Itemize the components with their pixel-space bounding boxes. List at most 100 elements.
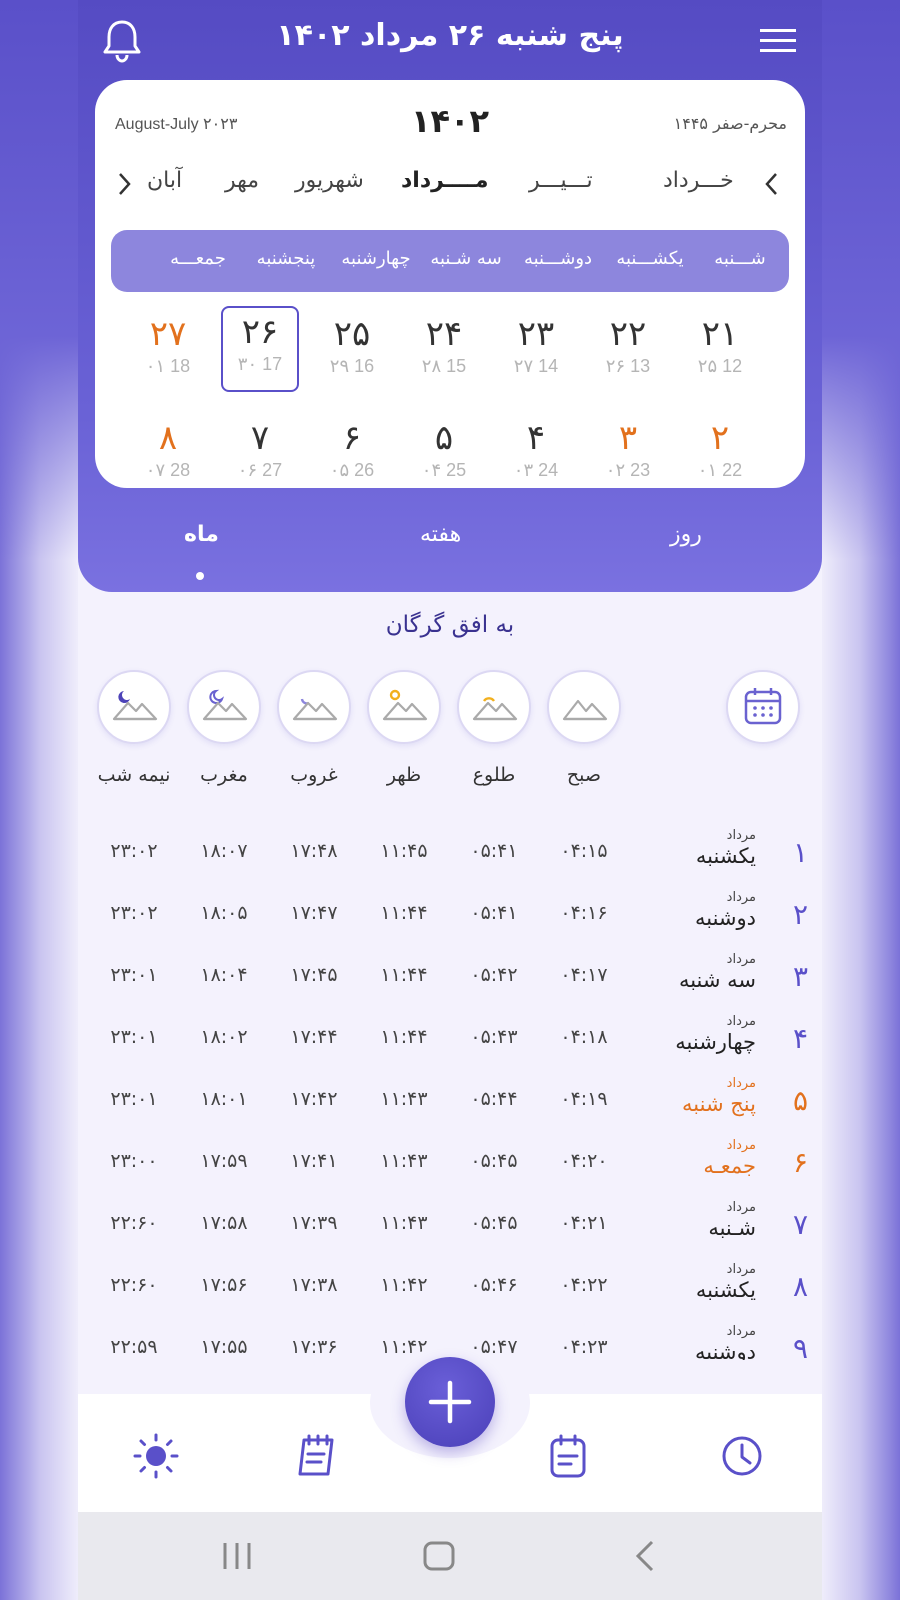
day-cell[interactable]: ۴ ۰۳ 24 bbox=[497, 414, 575, 488]
mountain-night-icon bbox=[112, 691, 158, 721]
tab-month[interactable]: ماه bbox=[184, 522, 219, 547]
time-maghrib: ۱۸:۰۲ bbox=[200, 1026, 248, 1048]
sunrise-button[interactable] bbox=[457, 670, 531, 744]
maghrib-button[interactable] bbox=[187, 670, 261, 744]
day-cell-holiday[interactable]: ۳ ۰۲ 23 bbox=[589, 414, 667, 488]
persian-day: ۲۴ bbox=[425, 314, 463, 354]
noon-button[interactable] bbox=[367, 670, 441, 744]
time-maghrib: ۱۷:۵۶ bbox=[200, 1274, 248, 1296]
row-number: ۲ bbox=[792, 898, 808, 931]
next-month-arrow-icon[interactable] bbox=[113, 170, 135, 198]
day-cell[interactable]: ۶ ۰۵ 26 bbox=[313, 414, 391, 488]
day-cell[interactable]: ۵ ۰۴ 25 bbox=[405, 414, 483, 488]
recents-icon[interactable] bbox=[220, 1540, 254, 1576]
persian-day: ۲۲ bbox=[609, 314, 647, 354]
month-shahrivar[interactable]: شهریور bbox=[295, 168, 364, 193]
list-item[interactable]: ۱ مرداد یکشنبه ۰۴:۱۵ ۰۵:۴۱ ۱۱:۴۵ ۱۷:۴۸ ۱… bbox=[78, 828, 822, 890]
time-sunrise: ۰۵:۴۵ bbox=[470, 1150, 518, 1172]
mountain-moon-icon bbox=[202, 689, 248, 721]
time-sunrise: ۰۵:۴۲ bbox=[470, 964, 518, 986]
time-noon: ۱۱:۴۳ bbox=[380, 1212, 428, 1234]
back-icon[interactable] bbox=[630, 1540, 664, 1576]
list-item-today[interactable]: ۵ مرداد پنج شنبه ۰۴:۱۹ ۰۵:۴۴ ۱۱:۴۳ ۱۷:۴۲… bbox=[78, 1076, 822, 1138]
persian-day: ۳ bbox=[618, 418, 638, 458]
persian-day: ۸ bbox=[158, 418, 178, 458]
row-weekday: جمعـه bbox=[703, 1154, 756, 1178]
list-item[interactable]: ۲ مرداد دوشنبه ۰۴:۱۶ ۰۵:۴۱ ۱۱:۴۴ ۱۷:۴۷ ۱… bbox=[78, 890, 822, 952]
tab-day[interactable]: روز bbox=[670, 522, 702, 547]
time-noon: ۱۱:۴۴ bbox=[380, 902, 428, 924]
persian-day: ۲۶ bbox=[241, 312, 279, 352]
tab-week[interactable]: هفته bbox=[420, 522, 461, 547]
row-month: مرداد bbox=[726, 1324, 756, 1339]
list-item-friday[interactable]: ۶ مرداد جمعـه ۰۴:۲۰ ۰۵:۴۵ ۱۱:۴۳ ۱۷:۴۱ ۱۷… bbox=[78, 1138, 822, 1200]
hamburger-menu-icon[interactable] bbox=[756, 24, 800, 58]
label-sunset: غروب bbox=[290, 764, 338, 786]
month-selector: آبان مهر شهریور مــــرداد تـــیـــر خـــ… bbox=[95, 160, 805, 210]
persian-day: ۲۳ bbox=[517, 314, 555, 354]
fajr-button[interactable] bbox=[547, 670, 621, 744]
sunset-button[interactable] bbox=[277, 670, 351, 744]
calendar-button[interactable] bbox=[726, 670, 800, 744]
day-cell-friday[interactable]: ۸ ۰۷ 28 bbox=[129, 414, 207, 488]
time-sunset: ۱۷:۴۴ bbox=[290, 1026, 338, 1048]
year-label[interactable]: ۱۴۰۲ bbox=[395, 102, 505, 140]
day-cell-friday[interactable]: ۲۷ ۰۱ 18 bbox=[129, 310, 207, 396]
month-tir[interactable]: تـــیـــر bbox=[529, 168, 593, 193]
row-number: ۵ bbox=[792, 1084, 808, 1117]
row-month: مرداد bbox=[726, 890, 756, 905]
time-maghrib: ۱۷:۵۹ bbox=[200, 1150, 248, 1172]
home-icon[interactable] bbox=[422, 1540, 456, 1576]
month-mehr[interactable]: مهر bbox=[225, 168, 259, 193]
clock-icon[interactable] bbox=[718, 1432, 766, 1480]
time-midnight: ۲۳:۰۱ bbox=[110, 1088, 158, 1110]
midnight-button[interactable] bbox=[97, 670, 171, 744]
month-mordad[interactable]: مــــرداد bbox=[401, 168, 489, 193]
notepad-icon[interactable] bbox=[294, 1432, 342, 1480]
row-month: مرداد bbox=[726, 1014, 756, 1029]
day-cell[interactable]: ۷ ۰۶ 27 bbox=[221, 414, 299, 488]
row-month: مرداد bbox=[726, 1138, 756, 1153]
bell-icon[interactable] bbox=[100, 18, 144, 64]
time-midnight: ۲۲:۶۰ bbox=[110, 1212, 158, 1234]
time-sunset: ۱۷:۳۸ bbox=[290, 1274, 338, 1296]
list-item[interactable]: ۳ مرداد سه شنبه ۰۴:۱۷ ۰۵:۴۲ ۱۱:۴۴ ۱۷:۴۵ … bbox=[78, 952, 822, 1014]
time-midnight: ۲۳:۰۰ bbox=[110, 1150, 158, 1172]
add-button[interactable] bbox=[405, 1357, 495, 1447]
day-cell[interactable]: ۲۵ ۲۹ 16 bbox=[313, 310, 391, 396]
month-khordad[interactable]: خـــرداد bbox=[663, 168, 734, 193]
sun-icon[interactable] bbox=[132, 1432, 180, 1480]
day-cell[interactable]: ۲۲ ۲۶ 13 bbox=[589, 310, 667, 396]
month-aban[interactable]: آبان bbox=[147, 168, 182, 193]
prev-month-arrow-icon[interactable] bbox=[761, 170, 783, 198]
month-calendar-card: August-July ۲۰۲۳ ۱۴۰۲ محرم-صفر ۱۴۴۵ آبان… bbox=[95, 80, 805, 488]
calendar-icon bbox=[744, 688, 782, 725]
day-cell[interactable]: ۲۳ ۲۷ 14 bbox=[497, 310, 575, 396]
view-tabs: روز هفته ماه bbox=[78, 500, 822, 580]
time-noon: ۱۱:۴۴ bbox=[380, 964, 428, 986]
day-cell-today[interactable]: ۲۶ ۳۰ 17 bbox=[221, 306, 299, 392]
row-weekday: سه شنبه bbox=[678, 968, 756, 992]
time-fajr: ۰۴:۱۶ bbox=[560, 902, 608, 924]
day-cell[interactable]: ۲۱ ۲۵ 12 bbox=[681, 310, 759, 396]
time-sunrise: ۰۵:۴۱ bbox=[470, 902, 518, 924]
calendar-notes-icon[interactable] bbox=[544, 1432, 592, 1480]
row-number: ۱ bbox=[792, 836, 808, 869]
mountain-icon bbox=[562, 699, 608, 721]
day-cell-holiday[interactable]: ۲ ۰۱ 22 bbox=[681, 414, 759, 488]
list-item[interactable]: ۴ مرداد چهارشنبه ۰۴:۱۸ ۰۵:۴۳ ۱۱:۴۴ ۱۷:۴۴… bbox=[78, 1014, 822, 1076]
add-icon bbox=[428, 1380, 472, 1424]
sub-dates: ۲۸ 15 bbox=[421, 356, 467, 376]
horizon-label[interactable]: به افق گرگان bbox=[78, 612, 822, 638]
row-weekday: یکشنبه bbox=[695, 1278, 756, 1302]
row-weekday: دوشنبه bbox=[694, 906, 756, 930]
list-item[interactable]: ۸ مرداد یکشنبه ۰۴:۲۲ ۰۵:۴۶ ۱۱:۴۲ ۱۷:۳۸ ۱… bbox=[78, 1262, 822, 1324]
persian-day: ۶ bbox=[342, 418, 362, 458]
time-sunrise: ۰۵:۴۴ bbox=[470, 1088, 518, 1110]
label-sunrise: طلوع bbox=[472, 764, 516, 786]
time-sunset: ۱۷:۴۷ bbox=[290, 902, 338, 924]
list-item[interactable]: ۷ مرداد شـنبه ۰۴:۲۱ ۰۵:۴۵ ۱۱:۴۳ ۱۷:۳۹ ۱۷… bbox=[78, 1200, 822, 1262]
time-noon: ۱۱:۴۲ bbox=[380, 1274, 428, 1296]
time-sunrise: ۰۵:۴۳ bbox=[470, 1026, 518, 1048]
day-cell[interactable]: ۲۴ ۲۸ 15 bbox=[405, 310, 483, 396]
